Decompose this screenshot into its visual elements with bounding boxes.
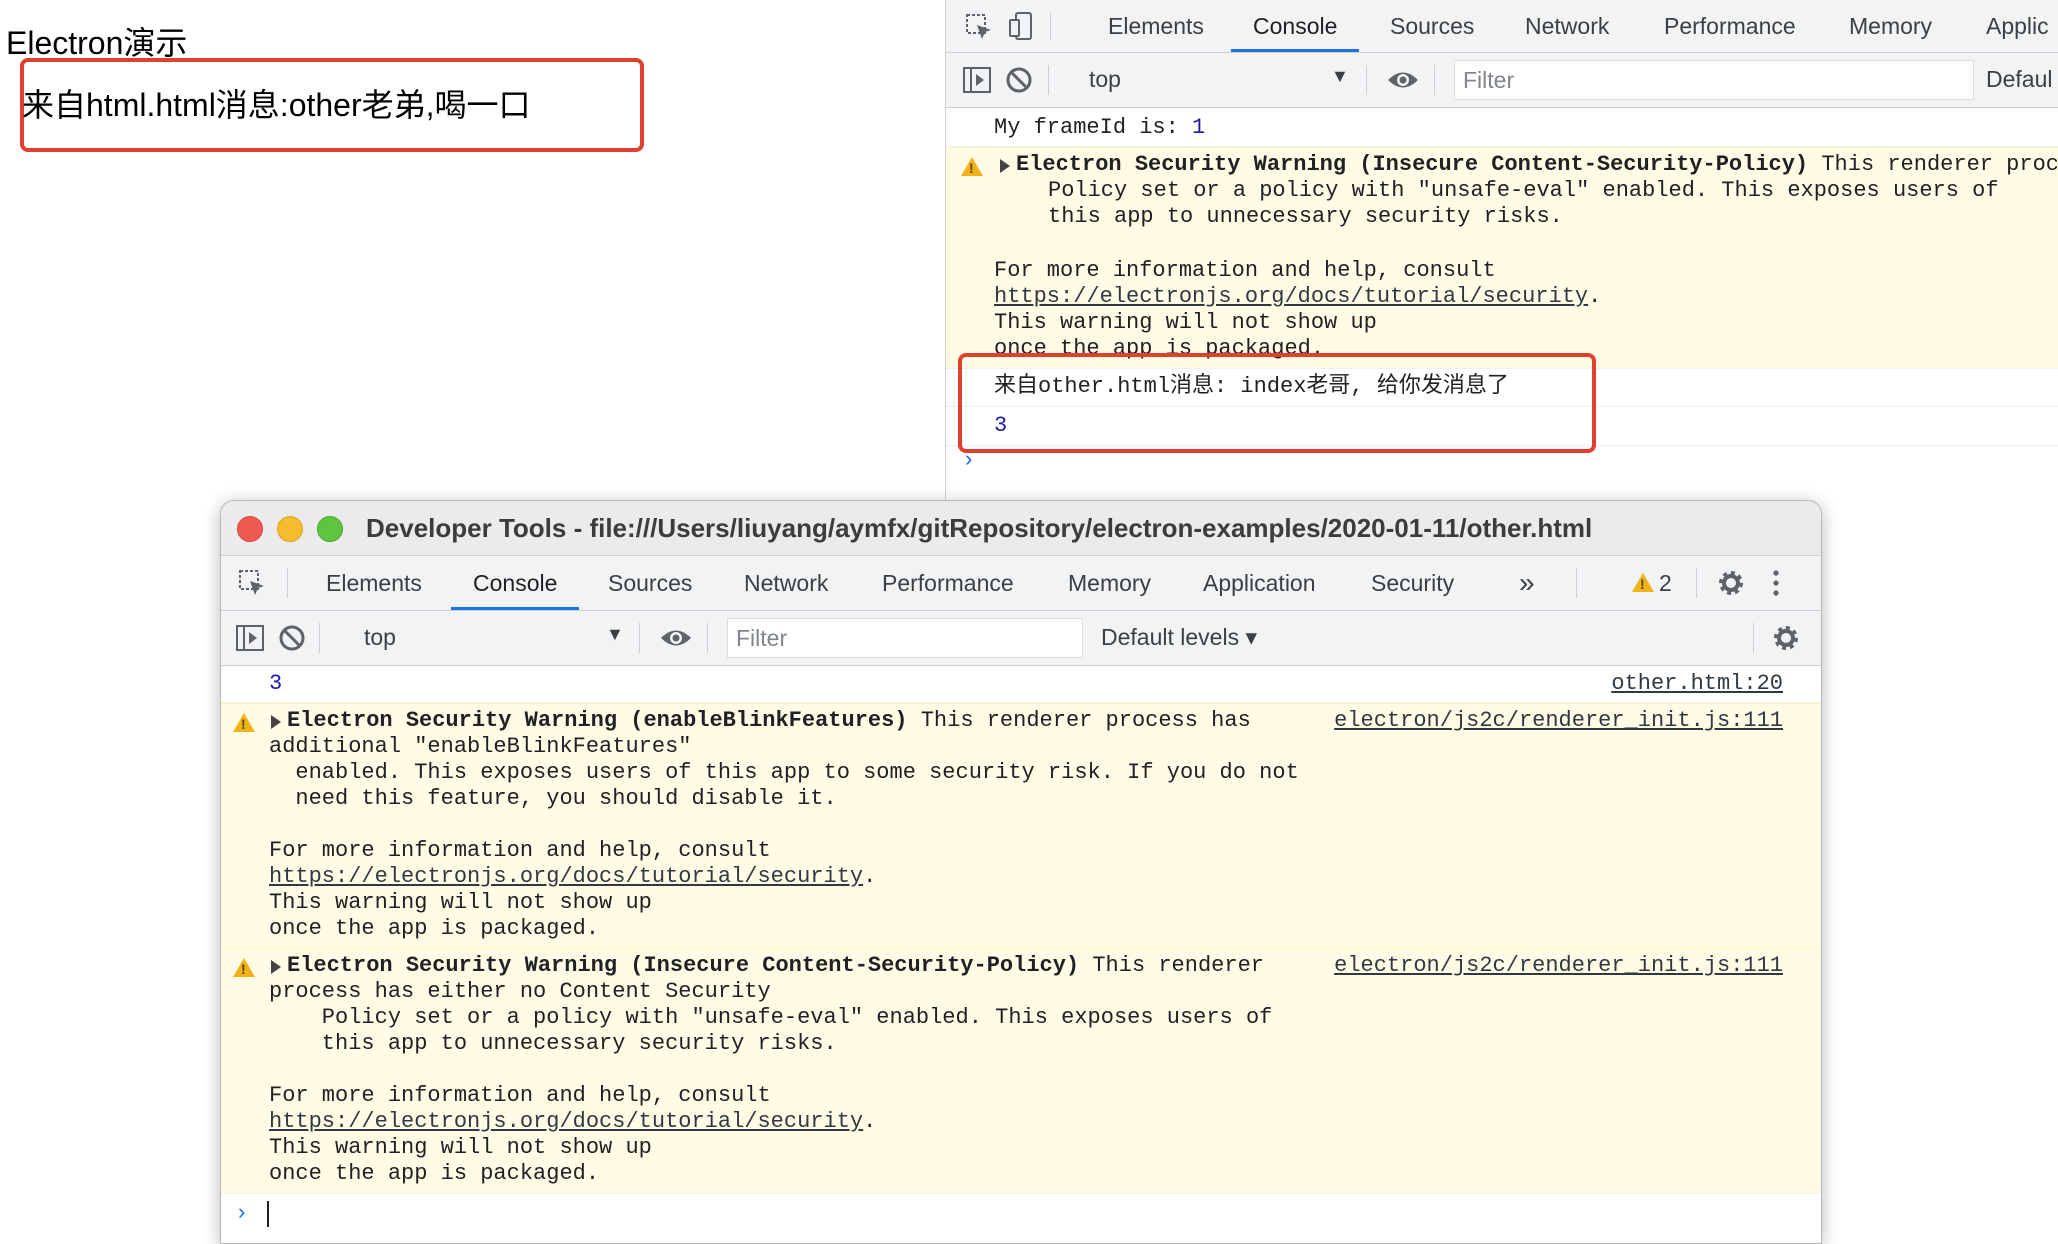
devtools-tab-bar: Elements Console Sources Network Perform… [946,0,2058,53]
tab-memory[interactable]: Memory [1849,0,1932,52]
source-link[interactable]: other.html:20 [1591,671,1783,697]
source-link[interactable]: electron/js2c/renderer_init.js:111 [1313,708,1783,734]
warning-title: Electron Security Warning (Insecure Cont… [287,953,1080,978]
close-window-button[interactable] [237,516,263,542]
console-value: 3 [269,671,283,696]
warning-line: This warning will not show up [994,310,1377,335]
filter-input[interactable]: Filter [1454,60,1974,100]
warning-line: additional "enableBlinkFeatures" [269,734,692,759]
warning-line: For more information and help, consult [994,258,1496,283]
inspect-element-icon[interactable] [237,568,267,598]
eye-icon[interactable] [1386,67,1420,93]
tab-application[interactable]: Application [1203,556,1316,610]
devtools-window: Developer Tools - file:///Users/liuyang/… [220,500,1822,1244]
warning-line: process has either no Content Security [269,979,771,1004]
warning-line: need this feature, you should disable it… [269,786,837,811]
clear-console-icon[interactable] [277,623,307,653]
warning-icon [1632,573,1654,592]
eye-icon[interactable] [659,625,693,651]
expand-triangle-icon[interactable] [271,960,281,974]
security-docs-link[interactable]: https://electronjs.org/docs/tutorial/sec… [269,1109,863,1134]
gear-icon[interactable] [1716,568,1746,598]
warning-icon [233,713,255,732]
warning-line: enabled. This exposes users of this app … [269,760,1299,785]
console-highlight-box [958,353,1596,453]
window-titlebar: Developer Tools - file:///Users/liuyang/… [221,501,1821,556]
app-message: 来自html.html消息:other老弟,喝一口 [22,87,531,123]
chevron-down-icon[interactable]: ▼ [606,624,624,645]
context-selector[interactable]: top [1089,66,1121,93]
warning-line: Policy set or a policy with "unsafe-eval… [269,1005,1273,1030]
warning-title: Electron Security Warning (Insecure Cont… [1016,152,1809,177]
zoom-window-button[interactable] [317,516,343,542]
warning-count-badge[interactable]: 2 [1659,556,1672,610]
warning-line: For more information and help, consult [269,838,771,863]
tab-sources[interactable]: Sources [1390,0,1474,52]
warning-line: once the app is packaged. [269,916,600,941]
console-prompt-icon: › [235,1201,249,1226]
console-toolbar: top ▼ Filter Default levels ▾ [221,611,1821,666]
expand-triangle-icon[interactable] [1000,159,1010,173]
warning-icon [233,958,255,977]
devtools-tab-bar: Elements Console Sources Network Perform… [221,556,1821,611]
context-selector[interactable]: top [364,624,396,651]
sidebar-toggle-icon[interactable] [235,623,265,653]
tab-console[interactable]: Console [450,556,580,610]
tab-console[interactable]: Console [1230,0,1360,52]
tab-network[interactable]: Network [744,556,828,610]
warning-line: once the app is packaged. [269,1161,600,1186]
tab-performance[interactable]: Performance [1664,0,1796,52]
minimize-window-button[interactable] [277,516,303,542]
warning-line: This warning will not show up [269,890,652,915]
inspect-element-icon[interactable] [964,12,994,42]
console-toolbar: top ▼ Filter Defaul [946,53,2058,108]
more-options-icon[interactable] [1771,568,1781,598]
security-docs-link[interactable]: https://electronjs.org/docs/tutorial/sec… [269,864,863,889]
frame-id-line: My frameId is: 1 [994,115,1206,140]
source-link[interactable]: electron/js2c/renderer_init.js:111 [1313,953,1783,979]
security-warning-row: Electron Security Warning (Insecure Cont… [946,147,2058,369]
warning-line: this app to unnecessary security risks. [269,1031,837,1056]
console-input[interactable] [267,1201,269,1227]
tab-elements[interactable]: Elements [1108,0,1204,52]
warning-title: Electron Security Warning (enableBlinkFe… [287,708,908,733]
console-row: My frameId is: 1 [946,110,2058,147]
tab-sources[interactable]: Sources [608,556,692,610]
expand-triangle-icon[interactable] [271,715,281,729]
chevron-down-icon[interactable]: ▼ [1331,66,1349,87]
security-warning-row: Electron Security Warning (enableBlinkFe… [221,703,1821,949]
more-tabs-icon[interactable]: » [1519,556,1535,610]
security-docs-link[interactable]: https://electronjs.org/docs/tutorial/sec… [994,284,1588,309]
warning-line: For more information and help, consult [269,1083,771,1108]
console-settings-gear-icon[interactable] [1771,623,1801,653]
device-toolbar-icon[interactable] [1006,10,1036,42]
window-title: Developer Tools - file:///Users/liuyang/… [366,513,1593,543]
security-warning-row: Electron Security Warning (Insecure Cont… [221,948,1821,1194]
log-levels-dropdown[interactable]: Default levels ▾ [1101,624,1257,651]
tab-memory[interactable]: Memory [1068,556,1151,610]
tab-elements[interactable]: Elements [326,556,422,610]
warning-line: This warning will not show up [269,1135,652,1160]
tab-network[interactable]: Network [1525,0,1609,52]
warning-line: this app to unnecessary security risks. [1048,204,1563,229]
filter-input[interactable]: Filter [727,618,1083,658]
sidebar-toggle-icon[interactable] [962,65,992,95]
tab-application[interactable]: Applic [1986,0,2049,52]
warning-icon [961,157,983,176]
console-row: 3 other.html:20 [221,666,1821,703]
tab-performance[interactable]: Performance [882,556,1014,610]
warning-line: Policy set or a policy with "unsafe-eval… [1048,178,1999,203]
log-levels-dropdown[interactable]: Defaul [1986,66,2052,93]
tab-security[interactable]: Security [1371,556,1454,610]
clear-console-icon[interactable] [1004,65,1034,95]
